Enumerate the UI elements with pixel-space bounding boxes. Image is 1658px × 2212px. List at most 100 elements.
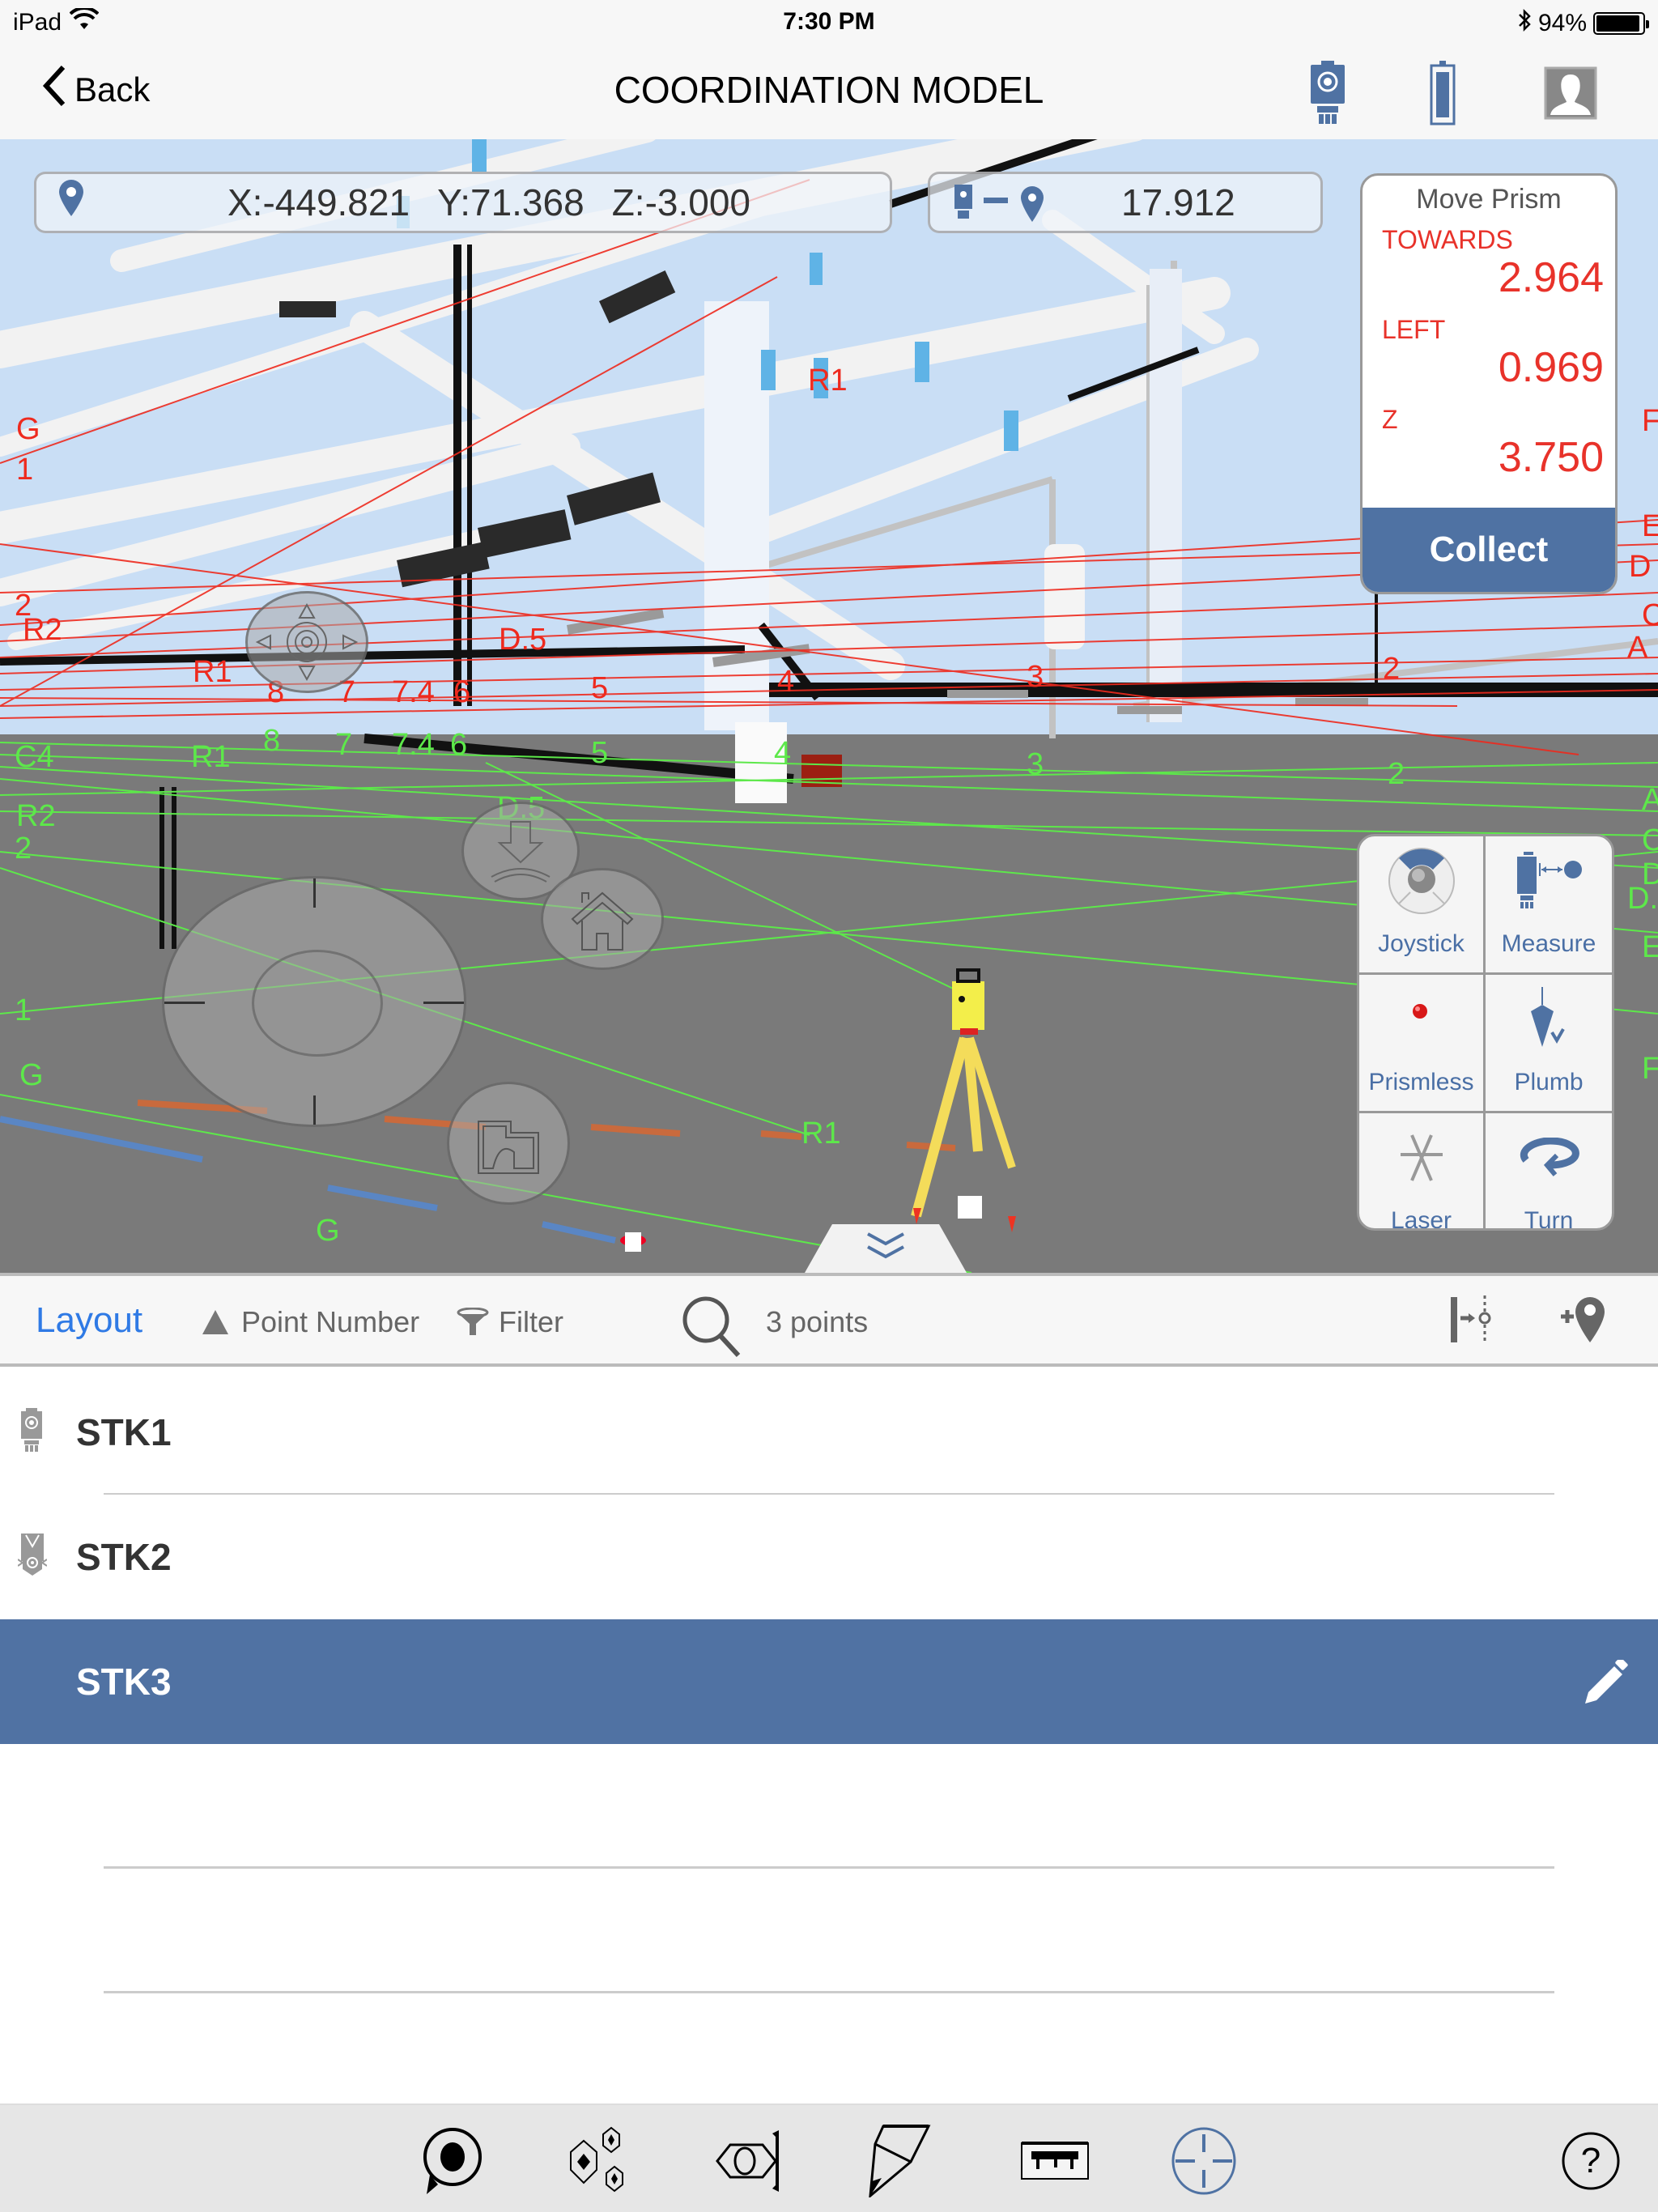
back-label: Back bbox=[74, 70, 151, 108]
prismless-button[interactable]: Prismless bbox=[1359, 975, 1486, 1113]
bluetooth-icon bbox=[1517, 8, 1532, 39]
distance-readout: 17.912 bbox=[928, 172, 1323, 233]
measure-tape-button[interactable] bbox=[1018, 2125, 1091, 2197]
stakeout-target-icon bbox=[1171, 2127, 1236, 2195]
help-button[interactable]: ? bbox=[1554, 2125, 1627, 2197]
grid-label-red-c: C bbox=[1642, 598, 1658, 632]
add-location-icon bbox=[1561, 1297, 1605, 1342]
orbit-joystick[interactable] bbox=[162, 876, 466, 1127]
filter-button[interactable]: Filter bbox=[457, 1305, 563, 1339]
z-label: Z bbox=[1382, 405, 1398, 434]
grid-label-red-g: G bbox=[16, 412, 40, 446]
distance-value: 17.912 bbox=[1121, 181, 1235, 223]
plumb-label: Plumb bbox=[1514, 1069, 1584, 1095]
layout-tab[interactable]: Layout bbox=[36, 1300, 142, 1341]
floor-plan-icon bbox=[478, 1121, 539, 1174]
surface-button[interactable] bbox=[863, 2125, 936, 2197]
collapse-panel-tab[interactable] bbox=[780, 1224, 991, 1273]
plumb-button[interactable]: Plumb bbox=[1486, 975, 1612, 1113]
instrument-to-point-icon bbox=[951, 181, 1056, 223]
point-icon bbox=[423, 2128, 482, 2194]
stakeout-to-line-button[interactable] bbox=[1449, 1294, 1498, 1350]
profile-icon[interactable] bbox=[1538, 57, 1603, 130]
battery-percent: 94% bbox=[1537, 10, 1587, 36]
stake-to-line-icon bbox=[1451, 1295, 1491, 1344]
points-count: 3 points bbox=[766, 1305, 869, 1338]
grid-label-red-d: D bbox=[1629, 550, 1651, 584]
laser-icon bbox=[1397, 1113, 1446, 1202]
left-value: 0.969 bbox=[1498, 344, 1604, 391]
instrument-icon[interactable] bbox=[1295, 57, 1360, 130]
measure-label: Measure bbox=[1501, 930, 1596, 957]
search-button[interactable] bbox=[680, 1294, 745, 1363]
point-name: STK1 bbox=[76, 1411, 172, 1453]
filter-label: Filter bbox=[499, 1305, 563, 1338]
floor-plan-button[interactable] bbox=[447, 1082, 570, 1205]
collect-button[interactable]: Collect bbox=[1363, 508, 1615, 592]
point-name: STK2 bbox=[76, 1536, 172, 1578]
coord-y: Y:71.368 bbox=[437, 181, 585, 223]
coordinate-readout: X:-449.821 Y:71.368 Z:-3.000 bbox=[34, 172, 892, 233]
list-item-stk1[interactable]: STK1 bbox=[0, 1370, 1658, 1495]
grid-label-red-e: E bbox=[1642, 509, 1658, 543]
grid-label-red-4: 4 bbox=[777, 665, 794, 699]
edit-icon[interactable] bbox=[1580, 1657, 1629, 1709]
grid-label-green-gb: G bbox=[316, 1214, 340, 1248]
home-view-button[interactable] bbox=[541, 868, 664, 970]
orbit-joystick-knob[interactable] bbox=[252, 950, 383, 1057]
list-item-stk3[interactable]: STK3 bbox=[0, 1619, 1658, 1744]
add-point-button[interactable] bbox=[1559, 1292, 1608, 1350]
joystick-button[interactable]: Joystick bbox=[1359, 836, 1486, 975]
grid-label-green-f: F bbox=[1642, 1052, 1658, 1086]
laser-button[interactable]: Laser bbox=[1359, 1113, 1486, 1231]
point-name: STK3 bbox=[76, 1661, 172, 1703]
back-button[interactable]: Back bbox=[42, 65, 150, 115]
model-objects-button[interactable] bbox=[563, 2125, 636, 2197]
plumb-icon bbox=[1524, 975, 1573, 1064]
pan-arrows-icon bbox=[255, 602, 359, 682]
sort-by-point-number[interactable]: Point Number bbox=[201, 1305, 419, 1339]
list-toolbar: Layout Point Number Filter 3 points bbox=[0, 1273, 1658, 1367]
laser-label: Laser bbox=[1390, 1207, 1452, 1231]
3d-model-viewport[interactable]: R1 G 1 2 R2 R1 D.5 8 7 7.4 6 5 4 3 2 F E… bbox=[0, 139, 1658, 1273]
grid-label-red-d5: D.5 bbox=[499, 623, 546, 657]
grid-label-red-r1: R1 bbox=[808, 364, 848, 398]
point-list: STK1 STK2 STK3 bbox=[0, 1370, 1658, 1993]
grid-label-green-e: E bbox=[1642, 930, 1658, 964]
grid-label-green-8: 8 bbox=[263, 724, 280, 758]
grid-label-green-d2: D. bbox=[1627, 882, 1658, 916]
point-tool-button[interactable] bbox=[416, 2125, 489, 2197]
pan-control[interactable] bbox=[245, 591, 368, 693]
grid-label-red-2b: 2 bbox=[1383, 652, 1400, 686]
search-icon bbox=[682, 1296, 741, 1358]
grid-label-green-r2: R2 bbox=[16, 799, 56, 833]
stakeout-target-button[interactable] bbox=[1167, 2125, 1240, 2197]
grid-label-green-2: 2 bbox=[15, 832, 32, 866]
prism-rod-icon[interactable] bbox=[1410, 57, 1475, 130]
turn-button[interactable]: Turn bbox=[1486, 1113, 1612, 1228]
list-item-stk2[interactable]: STK2 bbox=[0, 1495, 1658, 1619]
grid-label-green-r1b: R1 bbox=[801, 1117, 841, 1151]
grid-label-red-f: F bbox=[1642, 404, 1658, 438]
list-empty-row bbox=[0, 1869, 1658, 1993]
grid-label-red-74: 7.4 bbox=[392, 675, 435, 709]
grid-label-green-c4: C4 bbox=[15, 740, 54, 774]
prismless-icon bbox=[1389, 975, 1454, 1064]
grid-label-red-1: 1 bbox=[16, 453, 33, 487]
prismless-label: Prismless bbox=[1368, 1069, 1474, 1095]
status-bar: iPad 7:30 PM 94% bbox=[0, 0, 1658, 45]
view-button[interactable] bbox=[714, 2125, 787, 2197]
clock: 7:30 PM bbox=[783, 8, 875, 35]
prism-icon bbox=[17, 1533, 48, 1581]
move-prism-panel: Move Prism TOWARDS 2.964 LEFT 0.969 Z 3.… bbox=[1360, 173, 1618, 594]
grid-label-red-5: 5 bbox=[591, 671, 608, 705]
home-icon bbox=[571, 891, 634, 951]
coord-z: Z:-3.000 bbox=[611, 181, 750, 223]
towards-value: 2.964 bbox=[1498, 254, 1604, 301]
measure-button[interactable]: Measure bbox=[1486, 836, 1612, 975]
move-prism-title: Move Prism bbox=[1416, 184, 1562, 215]
grid-label-green-5: 5 bbox=[591, 736, 608, 770]
sort-label: Point Number bbox=[241, 1305, 420, 1338]
grid-label-green-2b: 2 bbox=[1388, 757, 1405, 791]
grid-label-red-a: A bbox=[1627, 631, 1648, 665]
